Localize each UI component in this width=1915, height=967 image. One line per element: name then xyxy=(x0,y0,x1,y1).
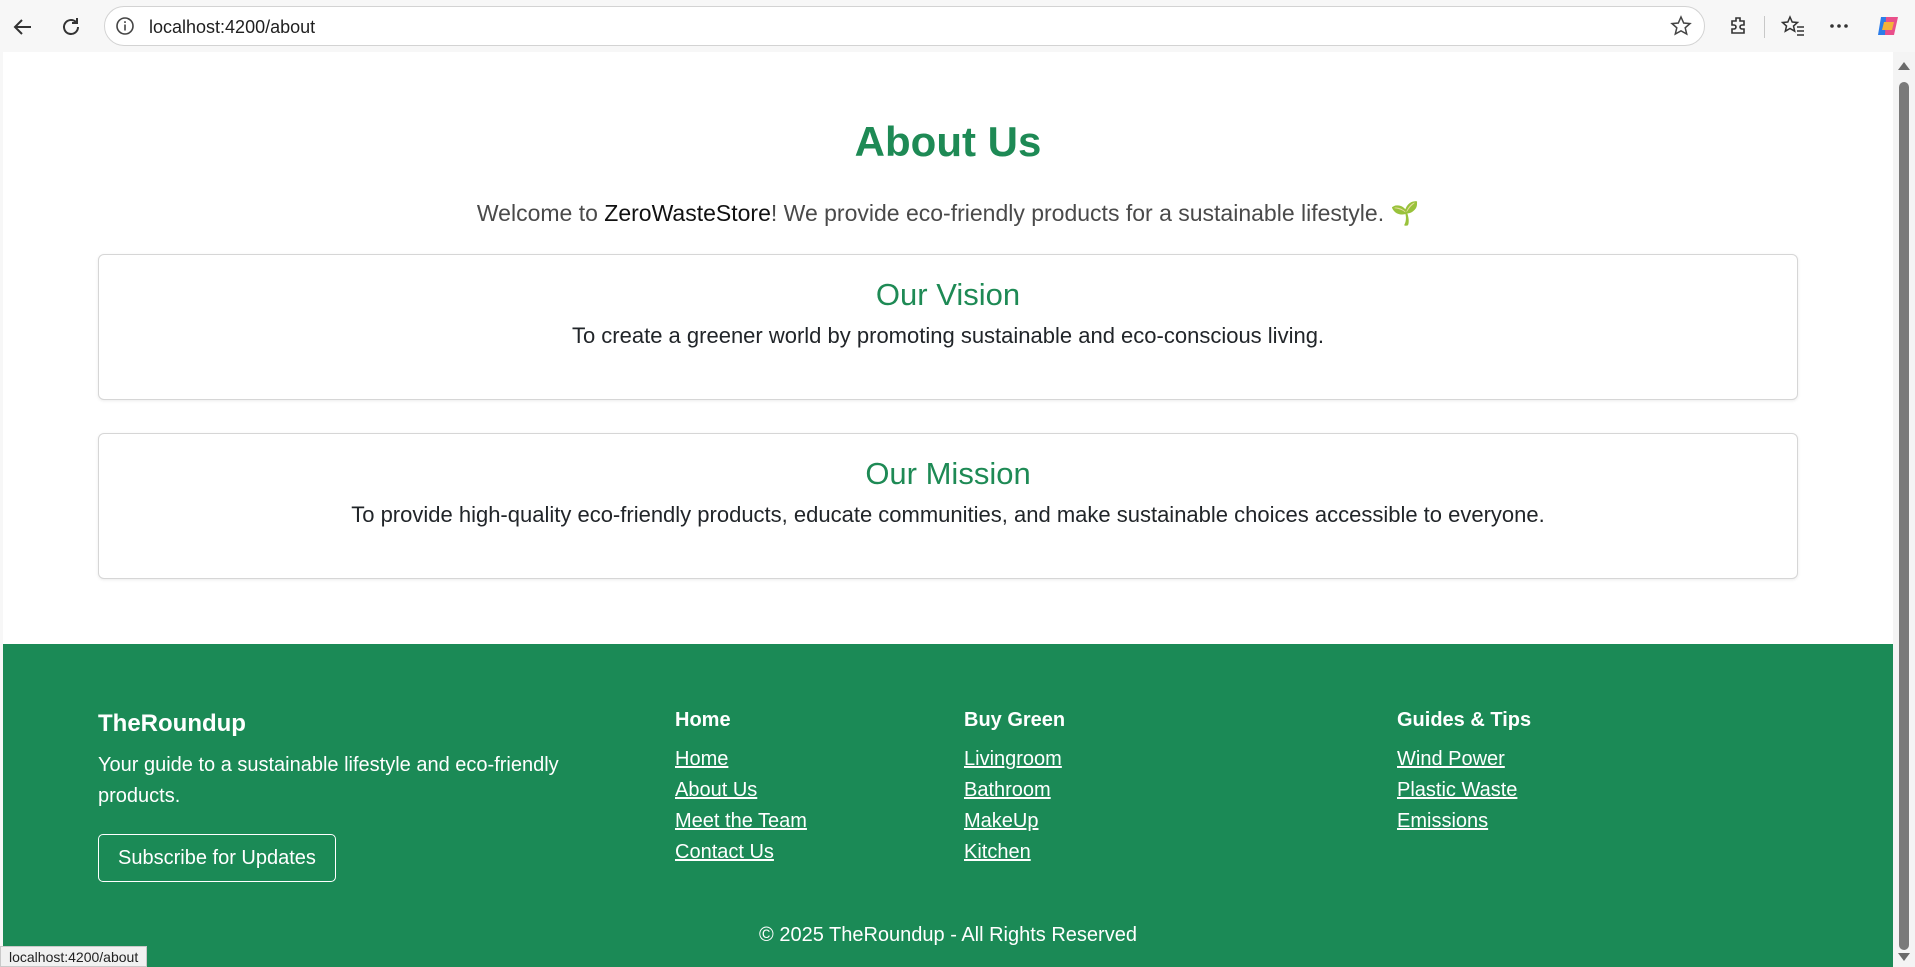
footer-link-contact-us[interactable]: Contact Us xyxy=(675,837,807,868)
footer-column-heading: Guides & Tips xyxy=(1397,709,1532,731)
footer-link-emissions[interactable]: Emissions xyxy=(1397,806,1531,837)
footer-link-kitchen[interactable]: Kitchen xyxy=(964,837,1065,868)
footer-copyright: © 2025 TheRoundup - All Rights Reserved xyxy=(759,924,1137,946)
browser-toolbar: localhost:4200/about xyxy=(0,0,1915,52)
intro-brand: ZeroWasteStore xyxy=(604,200,771,226)
vision-heading: Our Vision xyxy=(875,277,1021,312)
intro-after: ! We provide eco-friendly products for a… xyxy=(770,200,1420,226)
page-viewport: About Us Welcome to ZeroWasteStore! We p… xyxy=(3,52,1893,967)
address-bar[interactable]: localhost:4200/about xyxy=(104,6,1705,46)
page-title: About Us xyxy=(854,118,1042,165)
footer-brand: TheRoundup xyxy=(98,710,246,737)
mission-heading: Our Mission xyxy=(865,456,1031,491)
footer-column-guides-tips: Guides & Tips Wind Power Plastic Waste E… xyxy=(1397,709,1531,837)
info-icon[interactable] xyxy=(115,16,135,36)
footer-link-wind-power[interactable]: Wind Power xyxy=(1397,744,1531,775)
site-footer: TheRoundup Your guide to a sustainable l… xyxy=(3,644,1893,967)
back-arrow-icon[interactable] xyxy=(6,10,40,44)
scroll-up-arrow-icon[interactable] xyxy=(1898,62,1910,70)
url-text[interactable]: localhost:4200/about xyxy=(149,17,315,38)
subscribe-button[interactable]: Subscribe for Updates xyxy=(98,834,336,882)
footer-link-plastic-waste[interactable]: Plastic Waste xyxy=(1397,775,1531,806)
scroll-down-arrow-icon[interactable] xyxy=(1898,953,1910,961)
star-icon[interactable] xyxy=(1670,15,1692,37)
footer-link-meet-the-team[interactable]: Meet the Team xyxy=(675,806,807,837)
scrollbar-thumb[interactable] xyxy=(1899,82,1909,950)
page-scrollbar[interactable] xyxy=(1893,52,1915,967)
status-bar-url: localhost:4200/about xyxy=(0,946,148,967)
favorites-icon[interactable] xyxy=(1780,13,1806,39)
vision-text: To create a greener world by promoting s… xyxy=(571,323,1325,348)
intro-text: Welcome to ZeroWasteStore! We provide ec… xyxy=(3,200,1893,227)
footer-column-home: Home Home About Us Meet the Team Contact… xyxy=(675,709,807,868)
footer-link-bathroom[interactable]: Bathroom xyxy=(964,775,1065,806)
footer-link-makeup[interactable]: MakeUp xyxy=(964,806,1065,837)
footer-link-livingroom[interactable]: Livingroom xyxy=(964,744,1065,775)
mission-text: To provide high-quality eco-friendly pro… xyxy=(351,502,1545,527)
footer-link-about-us[interactable]: About Us xyxy=(675,775,807,806)
mission-card: Our Mission To provide high-quality eco-… xyxy=(98,433,1798,579)
intro-before: Welcome to xyxy=(476,200,605,226)
footer-column-buy-green: Buy Green Livingroom Bathroom MakeUp Kit… xyxy=(964,709,1065,868)
refresh-icon[interactable] xyxy=(54,10,88,44)
footer-column-heading: Home xyxy=(675,709,731,731)
footer-tagline: Your guide to a sustainable lifestyle an… xyxy=(98,754,559,807)
footer-column-heading: Buy Green xyxy=(964,709,1066,731)
copilot-icon[interactable] xyxy=(1875,13,1901,39)
extensions-icon[interactable] xyxy=(1726,13,1752,39)
more-icon[interactable] xyxy=(1826,13,1852,39)
footer-link-home[interactable]: Home xyxy=(675,744,807,775)
toolbar-divider xyxy=(1764,16,1765,38)
vision-card: Our Vision To create a greener world by … xyxy=(98,254,1798,400)
